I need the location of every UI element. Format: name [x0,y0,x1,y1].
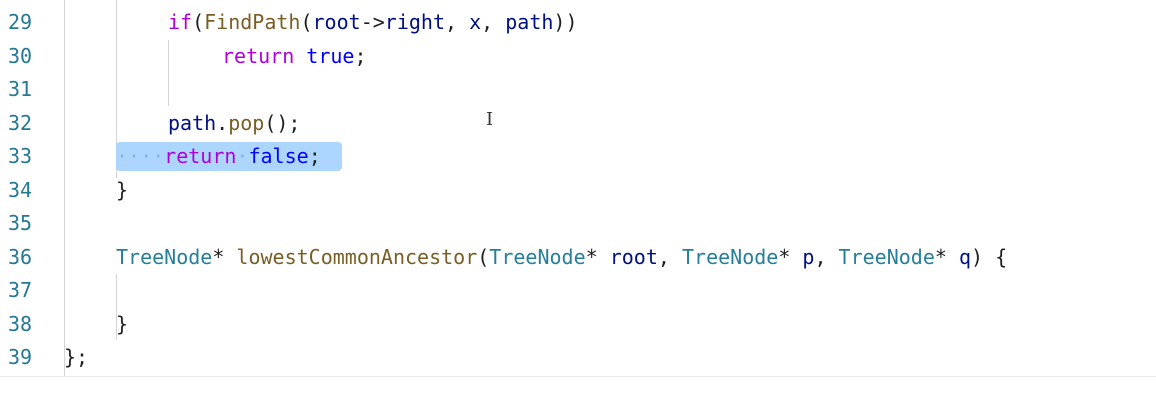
line-number: 39 [8,345,33,369]
code-line[interactable]: 33 ····return·false; [0,140,1156,174]
code-token: (); [264,110,301,135]
code-token: . [216,110,229,135]
code-token: } [116,311,129,336]
code-text: return true; [222,40,367,74]
line-number: 33 [8,144,33,168]
code-token: right [384,10,445,34]
code-token: FindPath [204,10,301,34]
code-text: } [116,308,128,342]
code-line[interactable]: 36 TreeNode* lowestCommonAncestor(TreeNod… [0,241,1156,275]
code-token: root [312,10,361,34]
code-token: false [248,144,309,168]
line-number: 37 [8,278,33,302]
code-token: path [505,10,554,34]
code-text: }; [64,341,88,375]
code-token: lowestCommonAncestor [236,244,478,269]
code-token: if [168,10,193,34]
code-token: , [445,10,470,34]
code-token: root [609,244,658,269]
line-number: 36 [8,244,33,269]
code-token: * [585,244,610,269]
code-token: p [802,244,815,269]
code-text: TreeNode* lowestCommonAncestor(TreeNode*… [116,241,1007,275]
code-text: } [116,174,128,208]
code-text: path.pop(); [168,107,300,141]
code-line[interactable]: 32 path.pop(); [0,107,1156,141]
code-token: return [164,144,237,168]
code-token: · [236,144,249,168]
code-line[interactable]: 31 [0,73,1156,107]
code-line[interactable]: 38} [0,308,1156,342]
code-token: return [222,43,295,68]
code-line[interactable]: 34} [0,174,1156,208]
code-line[interactable]: 29 if(FindPath(root->right, x, path)) [0,6,1156,40]
code-line[interactable]: 39}; [0,341,1156,375]
code-token: q [958,244,972,269]
code-token: * [934,244,959,269]
code-token: TreeNode [681,244,779,269]
line-number: 35 [8,211,33,235]
code-token: TreeNode [489,244,586,269]
line-number: 34 [8,177,33,202]
code-line[interactable]: 35 [0,207,1156,241]
code-token: ) { [971,244,1008,269]
code-text: if(FindPath(root->right, x, path)) [168,6,578,40]
code-line[interactable]: 37 [0,274,1156,308]
code-token: ( [300,10,313,34]
line-number: 32 [8,110,33,135]
code-token: } [116,177,129,202]
code-editor[interactable]: 29 if(FindPath(root->right, x, path)) 30 re… [0,0,1156,404]
line-number: 29 [8,10,33,34]
code-token: true [306,43,355,68]
code-text: ····return·false; [116,140,321,174]
code-token: TreeNode [838,244,935,269]
code-token: * [778,244,803,269]
code-token: ; [308,144,321,168]
code-token: }; [64,345,89,369]
code-token: path [168,110,217,135]
code-token: )) [553,10,578,34]
code-token: , [481,10,506,34]
code-token: , [814,244,839,269]
editor-bottom-border [0,376,1156,377]
code-token: ( [477,244,490,269]
code-token: ···· [116,144,165,168]
code-token: * [212,244,237,269]
code-token: x [469,10,482,34]
line-number: 38 [8,311,33,336]
code-token: , [657,244,682,269]
line-number: 30 [8,43,33,68]
text-cursor-icon: I [486,109,494,130]
code-token: -> [360,10,385,34]
code-token: ( [192,10,205,34]
code-line[interactable]: 30 return true; [0,40,1156,74]
code-token: pop [228,110,265,135]
line-number: 31 [8,77,33,101]
code-token: ; [354,43,367,68]
code-token: TreeNode [116,244,213,269]
